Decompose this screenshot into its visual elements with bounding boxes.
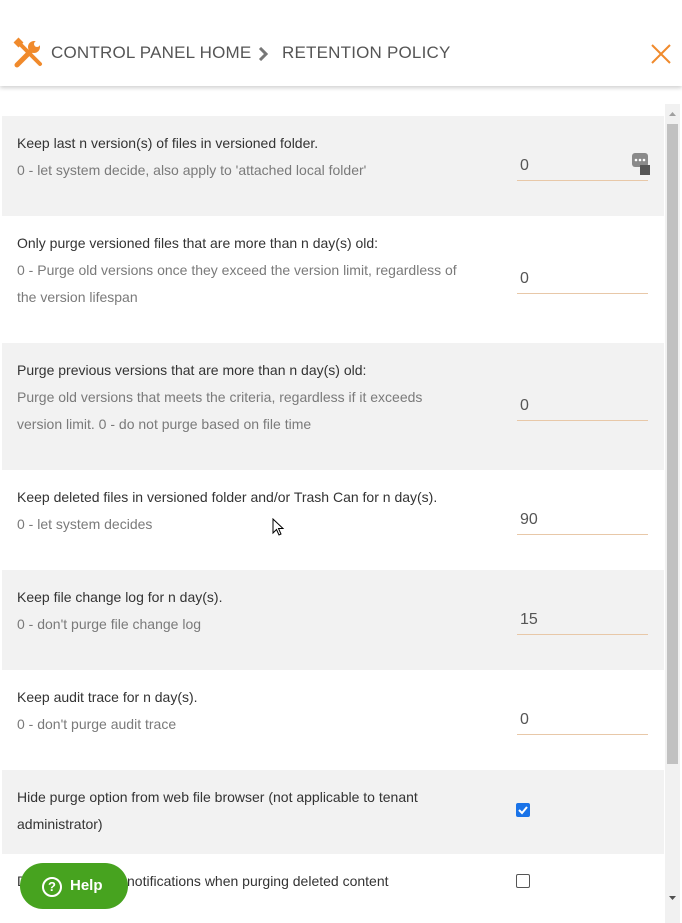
- close-icon[interactable]: [650, 43, 672, 65]
- setting-description: 0 - let system decide, also apply to 'at…: [17, 162, 367, 178]
- tools-icon: [13, 37, 42, 68]
- input-value: 15: [520, 611, 538, 628]
- setting-title: Keep audit trace for n day(s).: [17, 689, 198, 705]
- setting-title: Keep last n version(s) of files in versi…: [17, 135, 319, 151]
- setting-row-keep-deleted-files: Keep deleted files in versioned folder a…: [2, 470, 664, 570]
- keep-versions-input[interactable]: 0: [517, 151, 650, 181]
- setting-description: 0 - don't purge file change log: [17, 616, 202, 632]
- breadcrumb-home-link[interactable]: CONTROL PANEL HOME: [51, 43, 251, 63]
- input-value: 0: [520, 397, 529, 414]
- setting-title: Only purge versioned files that are more…: [17, 235, 379, 251]
- setting-description-cont: version limit. 0 - do not purge based on…: [17, 416, 312, 432]
- setting-title: Hide purge option from web file browser …: [17, 789, 418, 805]
- file-change-log-input[interactable]: 15: [517, 605, 648, 635]
- setting-row-file-change-log: Keep file change log for n day(s). 0 - d…: [2, 570, 664, 670]
- keep-deleted-files-input[interactable]: 90: [517, 505, 648, 535]
- question-mark-icon: ?: [42, 877, 62, 897]
- setting-title: Keep file change log for n day(s).: [17, 589, 223, 605]
- chevron-right-icon: [258, 47, 269, 61]
- setting-row-audit-trace: Keep audit trace for n day(s). 0 - don't…: [2, 670, 664, 770]
- setting-title-cont: administrator): [17, 816, 103, 832]
- audit-trace-input[interactable]: 0: [517, 705, 648, 735]
- input-value: 90: [520, 511, 538, 528]
- setting-row-hide-purge-option: Hide purge option from web file browser …: [2, 770, 664, 854]
- purge-previous-versions-input[interactable]: 0: [517, 391, 648, 421]
- setting-title: notifications when purging deleted conte…: [127, 873, 389, 889]
- scroll-up-arrow-icon[interactable]: [668, 110, 677, 118]
- setting-row-keep-versions: Keep last n version(s) of files in versi…: [2, 116, 664, 216]
- setting-description-cont: the version lifespan: [17, 289, 138, 305]
- scrollbar-thumb[interactable]: [667, 124, 678, 764]
- purge-versioned-age-input[interactable]: 0: [517, 264, 648, 294]
- input-value: 0: [520, 157, 529, 174]
- input-value: 0: [520, 270, 529, 287]
- header-bar: CONTROL PANEL HOME RETENTION POLICY: [0, 0, 682, 86]
- setting-description: 0 - Purge old versions once they exceed …: [17, 262, 457, 278]
- setting-row-purge-previous-versions: Purge previous versions that are more th…: [2, 343, 664, 470]
- setting-description: Purge old versions that meets the criter…: [17, 389, 423, 405]
- setting-description: 0 - let system decides: [17, 516, 153, 532]
- checkmark-icon: [518, 806, 528, 815]
- scroll-down-arrow-icon[interactable]: [668, 894, 677, 902]
- help-button[interactable]: ? Help: [20, 863, 128, 909]
- ellipsis-badge-icon[interactable]: [632, 153, 650, 175]
- setting-row-purge-versioned-age: Only purge versioned files that are more…: [2, 216, 664, 343]
- purge-notifications-checkbox[interactable]: [516, 874, 530, 888]
- settings-list: Keep last n version(s) of files in versi…: [0, 86, 682, 923]
- help-label: Help: [70, 877, 103, 894]
- input-value: 0: [520, 711, 529, 728]
- mouse-pointer-icon: [272, 518, 285, 536]
- hide-purge-option-checkbox[interactable]: [516, 803, 530, 817]
- setting-description: 0 - don't purge audit trace: [17, 716, 177, 732]
- setting-title: Purge previous versions that are more th…: [17, 362, 367, 378]
- breadcrumb-current-page: RETENTION POLICY: [282, 43, 451, 62]
- setting-title: Keep deleted files in versioned folder a…: [17, 489, 438, 505]
